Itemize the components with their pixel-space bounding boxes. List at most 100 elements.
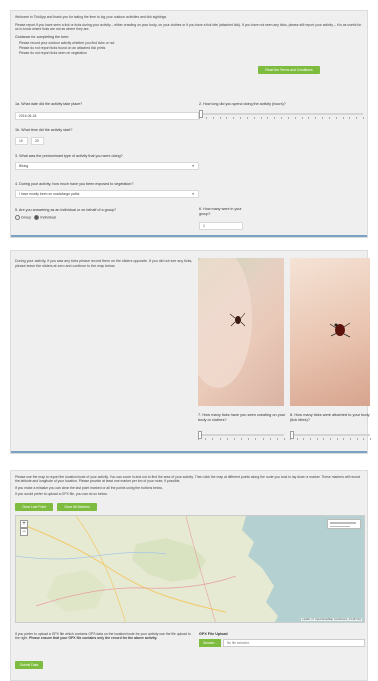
group-radio-label: Group (21, 215, 32, 220)
slider-tick (240, 117, 241, 119)
crawling-ticks-slider[interactable] (198, 431, 285, 443)
map-tiles[interactable] (16, 516, 365, 623)
slider-tick (294, 117, 296, 119)
slider-tick (269, 438, 271, 440)
slider-tick (301, 117, 303, 119)
gpx-note: If you would prefer to upload a GPX file… (15, 492, 108, 496)
duration-slider[interactable] (199, 110, 364, 122)
activity-map[interactable]: + − Leaflet | © OpenStreetMap contributo… (15, 515, 365, 623)
tick-attached-photo (290, 258, 370, 406)
slider-tick (330, 438, 331, 440)
slider-tick (233, 117, 235, 119)
q7-label: 7. How many ticks have you seen crawling… (198, 412, 286, 422)
gpx-instruction-bold: Please ensure that your GPX file contain… (29, 636, 158, 641)
attached-ticks-slider-handle[interactable] (290, 431, 294, 439)
slider-tick (219, 117, 221, 119)
slider-tick (363, 117, 364, 119)
slider-tick (310, 438, 311, 440)
slider-tick (248, 438, 250, 440)
group-radio[interactable] (15, 215, 20, 220)
q6-label: 6. How many were in your group? (199, 207, 242, 216)
slider-tick (226, 117, 228, 119)
tick-on-skin-image (198, 258, 252, 388)
vegetation-select[interactable]: I have mostly been on roads/large paths … (15, 190, 199, 198)
slider-tick (205, 438, 207, 440)
slider-tick (328, 117, 330, 119)
slider-tick (350, 438, 351, 440)
slider-tick (212, 438, 214, 440)
slider-tick (255, 438, 257, 440)
group-type-radios: Group Individual (15, 215, 56, 220)
slider-tick (335, 117, 337, 119)
tick-instruction: During your activity, if you saw any tic… (15, 259, 193, 268)
individual-radio[interactable] (34, 215, 40, 220)
clear-last-point-button[interactable]: Clear Last Point (15, 503, 53, 511)
slider-tick (253, 117, 255, 119)
slider-tick (323, 438, 325, 440)
slider-tick (267, 117, 269, 119)
map-panel: Please use the map to report the locatio… (10, 470, 368, 681)
slider-tick (343, 438, 345, 440)
slider-tick (260, 117, 262, 119)
terms-button[interactable]: Read the Terms and Conditions (258, 66, 320, 74)
chevron-down-icon: ▾ (192, 192, 194, 196)
group-count-input[interactable]: 1 (199, 222, 243, 230)
tick-bite-image (329, 322, 351, 338)
crawling-ticks-slider-handle[interactable] (198, 431, 202, 439)
zoom-in-button[interactable]: + (20, 520, 28, 528)
guidance-bullet: Please do not report ticks found on an a… (19, 46, 106, 50)
slider-tick (342, 117, 344, 119)
slider-tick (315, 117, 317, 119)
slider-tick (303, 438, 305, 440)
q1b-label: 1b. What time did the activity start? (15, 128, 73, 132)
guidance-title: Guidance for completing the form: (15, 35, 70, 39)
slider-tick (356, 438, 358, 440)
welcome-text: Welcome to TickApp and thank you for tak… (15, 15, 168, 19)
activity-type-select[interactable]: Biking ▾ (15, 162, 199, 170)
activity-form-panel: Welcome to TickApp and thank you for tak… (10, 10, 368, 238)
individual-radio-label: Individual (40, 215, 56, 220)
browse-button[interactable]: Browse... (199, 639, 221, 647)
slider-tick (284, 438, 285, 440)
map-layer-control[interactable] (327, 519, 361, 529)
slider-tick (322, 117, 323, 119)
gpx-instruction: If you prefer to upload a GPX file which… (15, 632, 193, 640)
activity-type-value: Biking (19, 164, 29, 168)
slider-tick (296, 438, 298, 440)
tick-crawling-photo (198, 258, 284, 406)
q8-label: 8. How many ticks were attached to your … (290, 412, 370, 422)
submit-data-button[interactable]: Submit Data (15, 661, 43, 669)
slider-tick (316, 438, 318, 440)
slider-tick (287, 117, 289, 119)
start-hour-input[interactable]: 10 (15, 137, 28, 145)
slider-tick (274, 117, 276, 119)
slider-tick (281, 117, 282, 119)
guidance-bullet: Please record your outdoor activity whet… (19, 41, 115, 45)
slider-tick (205, 117, 207, 119)
start-minute-input[interactable]: 20 (31, 137, 44, 145)
q5-label: 5. Are you answering as an individual or… (15, 208, 117, 212)
slider-tick (356, 117, 358, 119)
slider-tick (308, 117, 310, 119)
tick-count-panel: During your activity, if you saw any tic… (10, 250, 371, 454)
gpx-file-name: No file selected. (223, 639, 365, 647)
gpx-upload-label: GPX File Upload (199, 632, 228, 636)
section-divider (11, 451, 367, 453)
map-attribution: Leaflet | © OpenStreetMap contributors, … (301, 618, 362, 621)
slider-tick (262, 438, 264, 440)
slider-tick (233, 438, 235, 440)
slider-tick (363, 438, 365, 440)
slider-tick (226, 438, 228, 440)
section-divider (11, 235, 367, 237)
mistake-note: If you make a mistake you can clear the … (15, 486, 163, 490)
q2-label: 2. How long did you spend doing the acti… (199, 102, 286, 106)
attached-ticks-slider[interactable] (290, 431, 371, 443)
zoom-out-button[interactable]: − (20, 528, 28, 536)
slider-tick (336, 438, 338, 440)
clear-all-markers-button[interactable]: Clear All Markers (57, 503, 97, 511)
date-input[interactable]: 2016-06-18 (15, 112, 199, 120)
slider-tick (212, 117, 214, 119)
q1a-label: 1a. What date did the activity take plac… (15, 102, 83, 106)
duration-slider-handle[interactable] (199, 110, 203, 118)
slider-tick (241, 438, 242, 440)
